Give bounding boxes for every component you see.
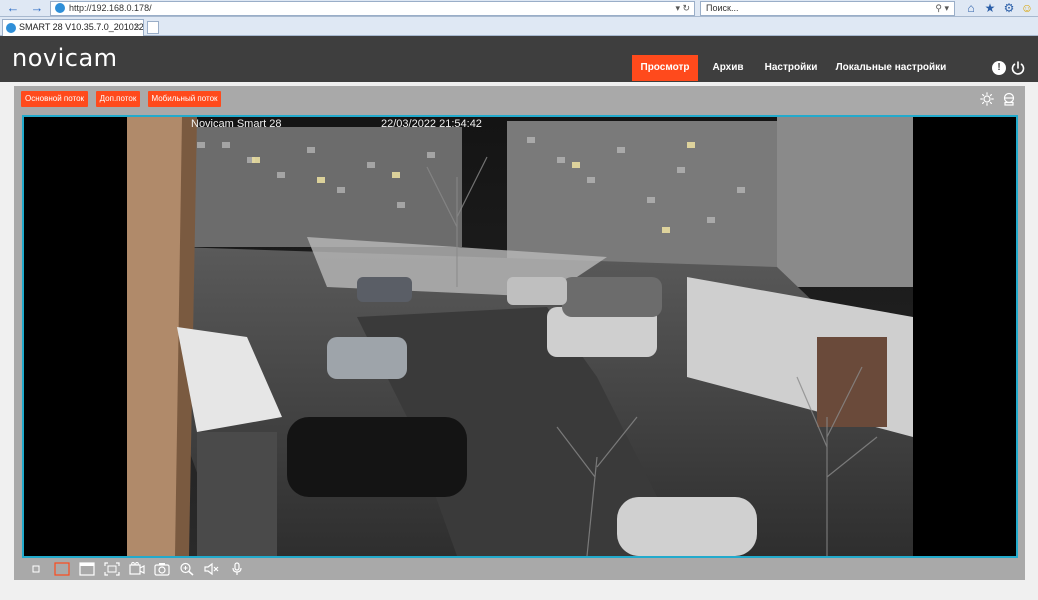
search-icon[interactable]: ⚲ ▾ — [935, 2, 949, 15]
microphone-icon[interactable] — [229, 562, 245, 576]
mobile-stream-button[interactable]: Мобильный поток — [148, 91, 221, 107]
tab-view[interactable]: Просмотр — [632, 55, 698, 81]
video-player[interactable]: Novicam Smart 28 22/03/2022 21:54:42 — [22, 115, 1018, 558]
image-settings-icon[interactable] — [980, 92, 994, 106]
live-view-panel: Основной поток Доп.поток Мобильный поток — [14, 86, 1025, 580]
main-stream-button[interactable]: Основной поток — [21, 91, 88, 107]
ie-favicon-icon — [55, 3, 65, 13]
smiley-icon[interactable]: ☺ — [1020, 1, 1034, 15]
favorites-icon[interactable]: ★ — [983, 1, 997, 15]
window-fit-icon[interactable] — [54, 562, 70, 576]
tab-archive[interactable]: Архив — [703, 55, 753, 81]
search-input[interactable]: Поиск... ⚲ ▾ — [700, 1, 955, 16]
logo: novicam — [12, 44, 118, 72]
app-header: novicam Просмотр Архив Настройки Локальн… — [0, 36, 1038, 82]
camera-video-feed — [127, 117, 913, 556]
refresh-icon[interactable]: ▾ ↻ — [675, 2, 690, 15]
browser-toolbar: ← → http://192.168.0.178/ ▾ ↻ Поиск... ⚲… — [0, 0, 1038, 17]
window-1x1-icon[interactable] — [28, 562, 44, 576]
address-url: http://192.168.0.178/ — [69, 3, 152, 13]
forward-icon[interactable]: → — [28, 1, 46, 15]
search-placeholder: Поиск... — [706, 3, 739, 13]
address-bar[interactable]: http://192.168.0.178/ ▾ ↻ — [50, 1, 695, 16]
osd-timestamp: 22/03/2022 21:54:42 — [381, 118, 482, 130]
browser-tab[interactable]: SMART 28 V10.35.7.0_201022 × — [2, 19, 144, 36]
audio-mute-icon[interactable] — [204, 562, 220, 576]
record-icon[interactable] — [129, 562, 145, 576]
fullscreen-icon[interactable] — [104, 562, 120, 576]
osd-camera-name: Novicam Smart 28 — [191, 118, 282, 130]
window-full-icon[interactable] — [79, 562, 95, 576]
power-icon[interactable] — [1010, 60, 1026, 76]
browser-tab-bar: SMART 28 V10.35.7.0_201022 × — [0, 17, 1038, 36]
ptz-control-icon[interactable] — [1002, 92, 1016, 106]
tab-title: SMART 28 V10.35.7.0_201022 — [19, 22, 144, 32]
info-icon[interactable]: ! — [992, 61, 1006, 75]
new-tab-button[interactable] — [147, 21, 159, 34]
gear-icon[interactable]: ⚙ — [1002, 1, 1016, 15]
close-icon[interactable]: × — [134, 20, 140, 35]
home-icon[interactable]: ⌂ — [964, 1, 978, 15]
tab-local-settings[interactable]: Локальные настройки — [832, 55, 950, 81]
snapshot-icon[interactable] — [154, 562, 170, 576]
tab-settings[interactable]: Настройки — [758, 55, 824, 81]
sub-stream-button[interactable]: Доп.поток — [96, 91, 140, 107]
video-toolbar — [28, 560, 328, 578]
tab-favicon-icon — [6, 23, 16, 33]
digital-zoom-icon[interactable] — [179, 562, 195, 576]
back-icon[interactable]: ← — [4, 1, 22, 15]
night-courtyard-image — [127, 117, 913, 556]
logo-text: novicam — [12, 44, 118, 72]
